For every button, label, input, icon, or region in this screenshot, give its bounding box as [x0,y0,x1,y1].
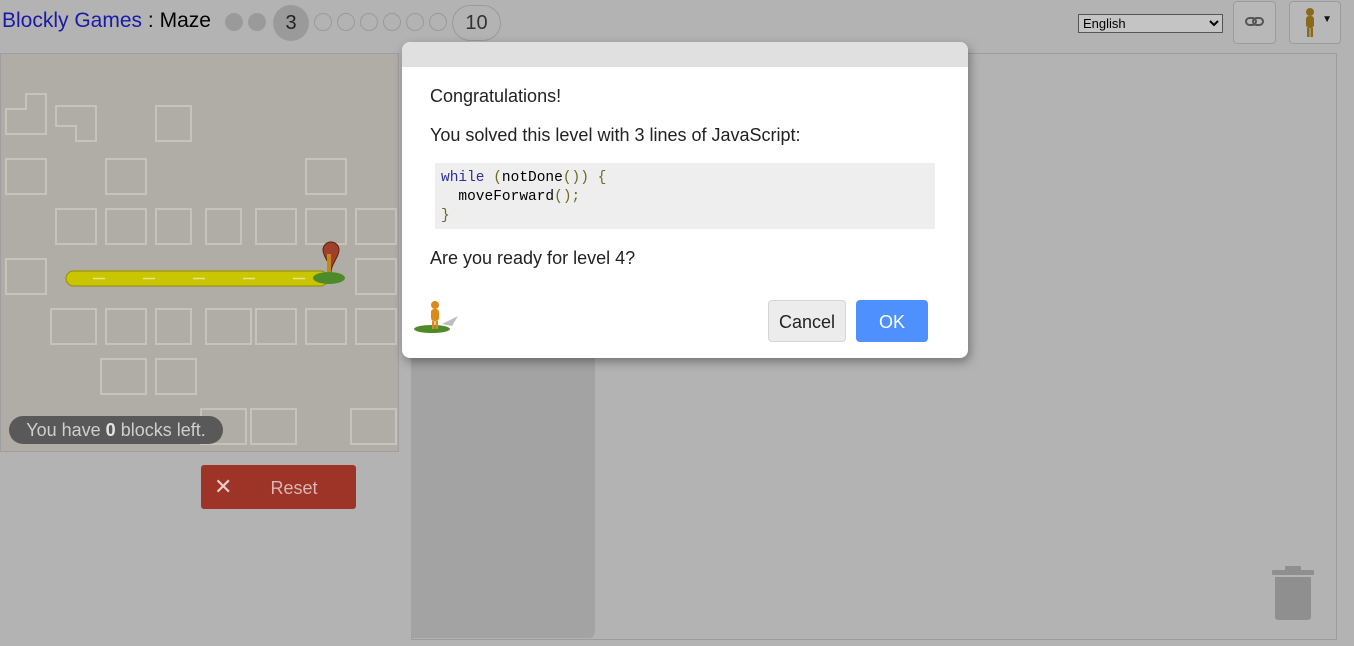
code-keyword: while [441,170,485,186]
x-icon: ✕ [214,474,233,499]
blocks-left-count: 0 [105,420,116,440]
dialog-titlebar[interactable] [402,42,968,67]
level-5-dot[interactable] [337,13,355,31]
blocks-left-counter: You have 0 blocks left. [9,416,223,444]
level-2-dot[interactable] [248,13,266,31]
code-call: moveForward [458,189,555,205]
link-icon [1245,17,1264,26]
app-title: Blockly Games : Maze [2,9,211,33]
level-last[interactable]: 10 [452,5,501,41]
congratulations-dialog: Congratulations! You solved this level w… [402,42,968,358]
code-paren: () [562,170,581,186]
pegman-button[interactable]: ▼ [1289,1,1341,44]
level-1-dot[interactable] [225,13,243,31]
cancel-button[interactable]: Cancel [768,300,846,342]
goal-marker [313,241,345,284]
ok-button[interactable]: OK [856,300,928,342]
blocks-left-suffix: blocks left. [120,420,206,440]
code-brace: { [597,170,607,186]
blockly-games-link[interactable]: Blockly Games [2,9,142,32]
code-paren: (); [554,189,581,205]
maze-scenery [5,93,397,445]
code-paren: ) [580,170,589,186]
dialog-solved-text: You solved this level with 3 lines of Ja… [430,125,801,145]
level-9-dot[interactable] [429,13,447,31]
level-6-dot[interactable] [360,13,378,31]
chevron-down-icon: ▼ [1322,14,1332,25]
link-button[interactable] [1233,1,1276,44]
blocks-left-prefix: You have [26,420,101,440]
reset-button[interactable]: ✕ Reset [201,465,356,509]
level-8-dot[interactable] [406,13,424,31]
level-7-dot[interactable] [383,13,401,31]
level-4-dot[interactable] [314,13,332,31]
code-paren: ( [493,170,502,186]
trash-icon [1272,566,1314,620]
reset-label: Reset [270,478,318,498]
code-call: notDone [501,170,563,186]
level-current[interactable]: 3 [273,5,309,41]
pegman-icon [414,301,458,333]
code-block: while (notDone()) { moveForward(); } [435,163,935,229]
dialog-next-level-text: Are you ready for level 4? [430,248,636,268]
trash-can[interactable] [1271,566,1315,627]
game-name: Maze [159,9,211,32]
language-select[interactable]: English [1078,14,1223,33]
maze-canvas [0,53,399,452]
code-brace: } [441,208,450,224]
dialog-heading: Congratulations! [430,86,562,106]
title-separator: : [147,9,154,32]
